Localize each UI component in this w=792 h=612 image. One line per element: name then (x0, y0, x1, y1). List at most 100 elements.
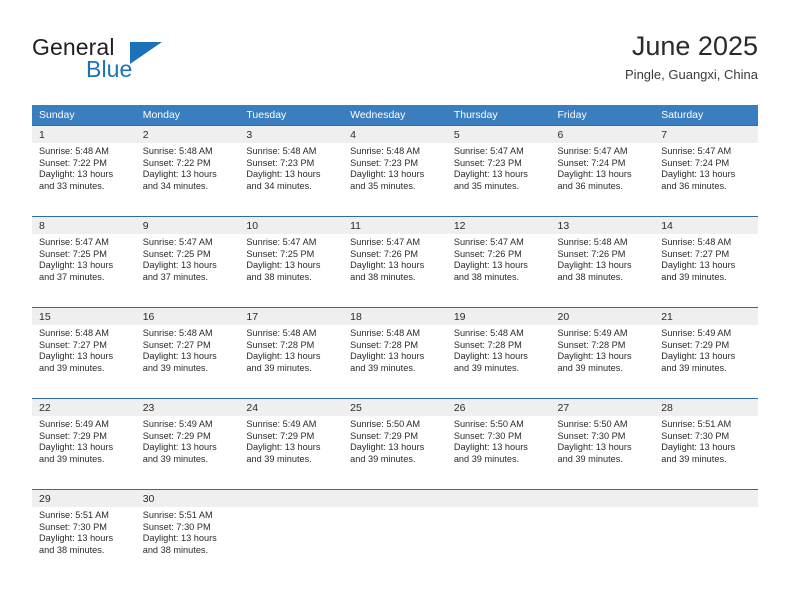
daylight-duration-line2: and 39 minutes. (557, 362, 623, 373)
daylight-duration-line2: and 34 minutes. (246, 180, 312, 191)
day-cell-details: Sunrise: 5:47 AM Sunset: 7:26 PM Daylight:… (447, 234, 551, 283)
calendar-day-cell[interactable]: 19 Sunrise: 5:48 AM Sunset: 7:28 PM Dayligh… (446, 307, 551, 399)
day-cell-inner: 21 Sunrise: 5:49 AM Sunset: 7:29 PM Dayligh… (654, 308, 758, 398)
sunset-time: Sunset: 7:28 PM (350, 339, 419, 350)
day-number: 2 (135, 126, 240, 143)
day-number: 3 (239, 126, 344, 143)
day-cell-inner: 8 Sunrise: 5:47 AM Sunset: 7:25 PM Daylight… (32, 217, 136, 307)
day-number: 24 (239, 399, 344, 416)
calendar-day-cell[interactable]: 5 Sunrise: 5:47 AM Sunset: 7:23 PM Daylight… (446, 125, 551, 217)
daylight-duration-line1: Daylight: 13 hours (246, 442, 321, 453)
calendar-day-cell[interactable]: 12 Sunrise: 5:47 AM Sunset: 7:26 PM Dayligh… (446, 216, 551, 308)
sunset-time: Sunset: 7:29 PM (661, 339, 730, 350)
calendar-day-cell[interactable]: 23 Sunrise: 5:49 AM Sunset: 7:29 PM Dayligh… (135, 398, 240, 490)
daylight-duration-line2: and 35 minutes. (453, 180, 520, 191)
sunset-time: Sunset: 7:24 PM (557, 157, 626, 168)
daylight-duration-line2: and 34 minutes. (142, 180, 209, 191)
calendar-day-cell[interactable]: 29 Sunrise: 5:51 AM Sunset: 7:30 PM Dayligh… (32, 489, 136, 584)
daylight-duration-line1: Daylight: 13 hours (661, 169, 736, 180)
day-cell-inner: 28 Sunrise: 5:51 AM Sunset: 7:30 PM Dayligh… (654, 399, 758, 489)
sunrise-time: Sunrise: 5:47 AM (557, 146, 628, 156)
calendar-day-cell[interactable]: 18 Sunrise: 5:48 AM Sunset: 7:28 PM Dayligh… (343, 307, 447, 399)
sunrise-time: Sunrise: 5:47 AM (350, 237, 421, 247)
calendar-day-cell[interactable]: 6 Sunrise: 5:47 AM Sunset: 7:24 PM Daylight… (550, 125, 655, 217)
calendar-day-cell[interactable]: 22 Sunrise: 5:49 AM Sunset: 7:29 PM Dayligh… (32, 398, 136, 490)
daylight-duration-line2: and 39 minutes. (39, 362, 105, 373)
weekday-header-sunday: Sunday (32, 105, 136, 126)
day-number: 13 (550, 217, 655, 234)
calendar-day-cell[interactable]: 28 Sunrise: 5:51 AM Sunset: 7:30 PM Dayligh… (654, 398, 758, 490)
calendar-day-cell[interactable]: 27 Sunrise: 5:50 AM Sunset: 7:30 PM Dayligh… (550, 398, 655, 490)
general-blue-logo[interactable]: General Blue (32, 34, 242, 90)
title-block: June 2025 Pingle, Guangxi, China (625, 30, 758, 83)
daylight-duration-line1: Daylight: 13 hours (142, 442, 217, 453)
day-number: 29 (32, 490, 136, 507)
calendar-day-cell[interactable]: 20 Sunrise: 5:49 AM Sunset: 7:28 PM Dayligh… (550, 307, 655, 399)
sunset-time: Sunset: 7:26 PM (350, 248, 419, 259)
sunset-time: Sunset: 7:30 PM (661, 430, 730, 441)
daylight-duration-line1: Daylight: 13 hours (350, 442, 425, 453)
calendar-day-cell[interactable]: 7 Sunrise: 5:47 AM Sunset: 7:24 PM Daylight… (654, 125, 758, 217)
calendar-page: General Blue June 2025 Pingle, Guangxi, … (0, 0, 792, 612)
sunset-time: Sunset: 7:25 PM (39, 248, 107, 259)
sunset-time: Sunset: 7:29 PM (246, 430, 315, 441)
daylight-duration-line2: and 38 minutes. (350, 271, 416, 282)
day-number: 22 (32, 399, 136, 416)
calendar-day-cell[interactable]: 26 Sunrise: 5:50 AM Sunset: 7:30 PM Dayligh… (446, 398, 551, 490)
calendar-week-row: 8 Sunrise: 5:47 AM Sunset: 7:25 PM Daylight… (32, 216, 758, 308)
daylight-duration-line2: and 39 minutes. (350, 453, 416, 464)
calendar-day-cell[interactable]: 1 Sunrise: 5:48 AM Sunset: 7:22 PM Daylight… (32, 125, 136, 217)
daylight-duration-line1: Daylight: 13 hours (246, 260, 321, 271)
day-cell-inner: 15 Sunrise: 5:48 AM Sunset: 7:27 PM Dayligh… (32, 308, 136, 398)
daylight-duration-line1: Daylight: 13 hours (453, 260, 528, 271)
calendar-day-cell[interactable]: 4 Sunrise: 5:48 AM Sunset: 7:23 PM Daylight… (343, 125, 447, 217)
daylight-duration-line2: and 37 minutes. (142, 271, 209, 282)
daylight-duration-line2: and 39 minutes. (39, 453, 105, 464)
calendar-week-row: 22 Sunrise: 5:49 AM Sunset: 7:29 PM Dayligh… (32, 398, 758, 490)
calendar-day-cell[interactable]: 2 Sunrise: 5:48 AM Sunset: 7:22 PM Daylight… (135, 125, 240, 217)
calendar-day-cell-empty (550, 489, 655, 584)
calendar-day-cell[interactable]: 3 Sunrise: 5:48 AM Sunset: 7:23 PM Daylight… (239, 125, 344, 217)
location-subtitle: Pingle, Guangxi, China (625, 67, 758, 82)
day-cell-inner: 2 Sunrise: 5:48 AM Sunset: 7:22 PM Daylight… (135, 126, 240, 216)
daylight-duration-line2: and 39 minutes. (246, 453, 312, 464)
daylight-duration-line1: Daylight: 13 hours (453, 351, 528, 362)
day-cell-details: Sunrise: 5:51 AM Sunset: 7:30 PM Daylight:… (136, 507, 240, 556)
calendar-day-cell[interactable]: 25 Sunrise: 5:50 AM Sunset: 7:29 PM Dayligh… (343, 398, 447, 490)
calendar-day-cell[interactable]: 10 Sunrise: 5:47 AM Sunset: 7:25 PM Dayligh… (239, 216, 344, 308)
weekday-header-row: Sunday Monday Tuesday Wednesday Thursday… (32, 105, 758, 126)
calendar-day-cell-empty (239, 489, 344, 584)
calendar-day-cell[interactable]: 15 Sunrise: 5:48 AM Sunset: 7:27 PM Dayligh… (32, 307, 136, 399)
day-number: 16 (135, 308, 240, 325)
calendar-day-cell[interactable]: 17 Sunrise: 5:48 AM Sunset: 7:28 PM Dayligh… (239, 307, 344, 399)
calendar-day-cell[interactable]: 8 Sunrise: 5:47 AM Sunset: 7:25 PM Daylight… (32, 216, 136, 308)
sunrise-time: Sunrise: 5:47 AM (142, 237, 213, 247)
day-cell-inner: 27 Sunrise: 5:50 AM Sunset: 7:30 PM Dayligh… (550, 399, 655, 489)
sunset-time: Sunset: 7:27 PM (142, 339, 211, 350)
calendar-day-cell[interactable]: 16 Sunrise: 5:48 AM Sunset: 7:27 PM Dayligh… (135, 307, 240, 399)
calendar-day-cell[interactable]: 30 Sunrise: 5:51 AM Sunset: 7:30 PM Dayligh… (135, 489, 240, 584)
daylight-duration-line1: Daylight: 13 hours (453, 442, 528, 453)
calendar-week-row: 1 Sunrise: 5:48 AM Sunset: 7:22 PM Daylight… (32, 125, 758, 217)
daylight-duration-line1: Daylight: 13 hours (246, 169, 321, 180)
day-number: 14 (654, 217, 758, 234)
day-number (446, 490, 551, 507)
calendar-day-cell[interactable]: 14 Sunrise: 5:48 AM Sunset: 7:27 PM Dayligh… (654, 216, 758, 308)
daylight-duration-line1: Daylight: 13 hours (557, 169, 632, 180)
day-cell-inner: 16 Sunrise: 5:48 AM Sunset: 7:27 PM Dayligh… (135, 308, 240, 398)
calendar-day-cell[interactable]: 24 Sunrise: 5:49 AM Sunset: 7:29 PM Dayligh… (239, 398, 344, 490)
daylight-duration-line2: and 39 minutes. (350, 362, 416, 373)
calendar-day-cell[interactable]: 11 Sunrise: 5:47 AM Sunset: 7:26 PM Dayligh… (343, 216, 447, 308)
calendar-day-cell[interactable]: 21 Sunrise: 5:49 AM Sunset: 7:29 PM Dayligh… (654, 307, 758, 399)
sunrise-time: Sunrise: 5:49 AM (557, 328, 628, 338)
calendar-day-cell[interactable]: 9 Sunrise: 5:47 AM Sunset: 7:25 PM Daylight… (135, 216, 240, 308)
sunrise-time: Sunrise: 5:47 AM (39, 237, 109, 247)
daylight-duration-line2: and 38 minutes. (246, 271, 312, 282)
day-number: 26 (446, 399, 551, 416)
day-cell-inner (239, 490, 344, 584)
daylight-duration-line2: and 39 minutes. (246, 362, 312, 373)
day-number: 11 (343, 217, 447, 234)
day-cell-details: Sunrise: 5:50 AM Sunset: 7:30 PM Daylight:… (447, 416, 551, 465)
calendar-day-cell[interactable]: 13 Sunrise: 5:48 AM Sunset: 7:26 PM Dayligh… (550, 216, 655, 308)
day-number: 12 (446, 217, 551, 234)
